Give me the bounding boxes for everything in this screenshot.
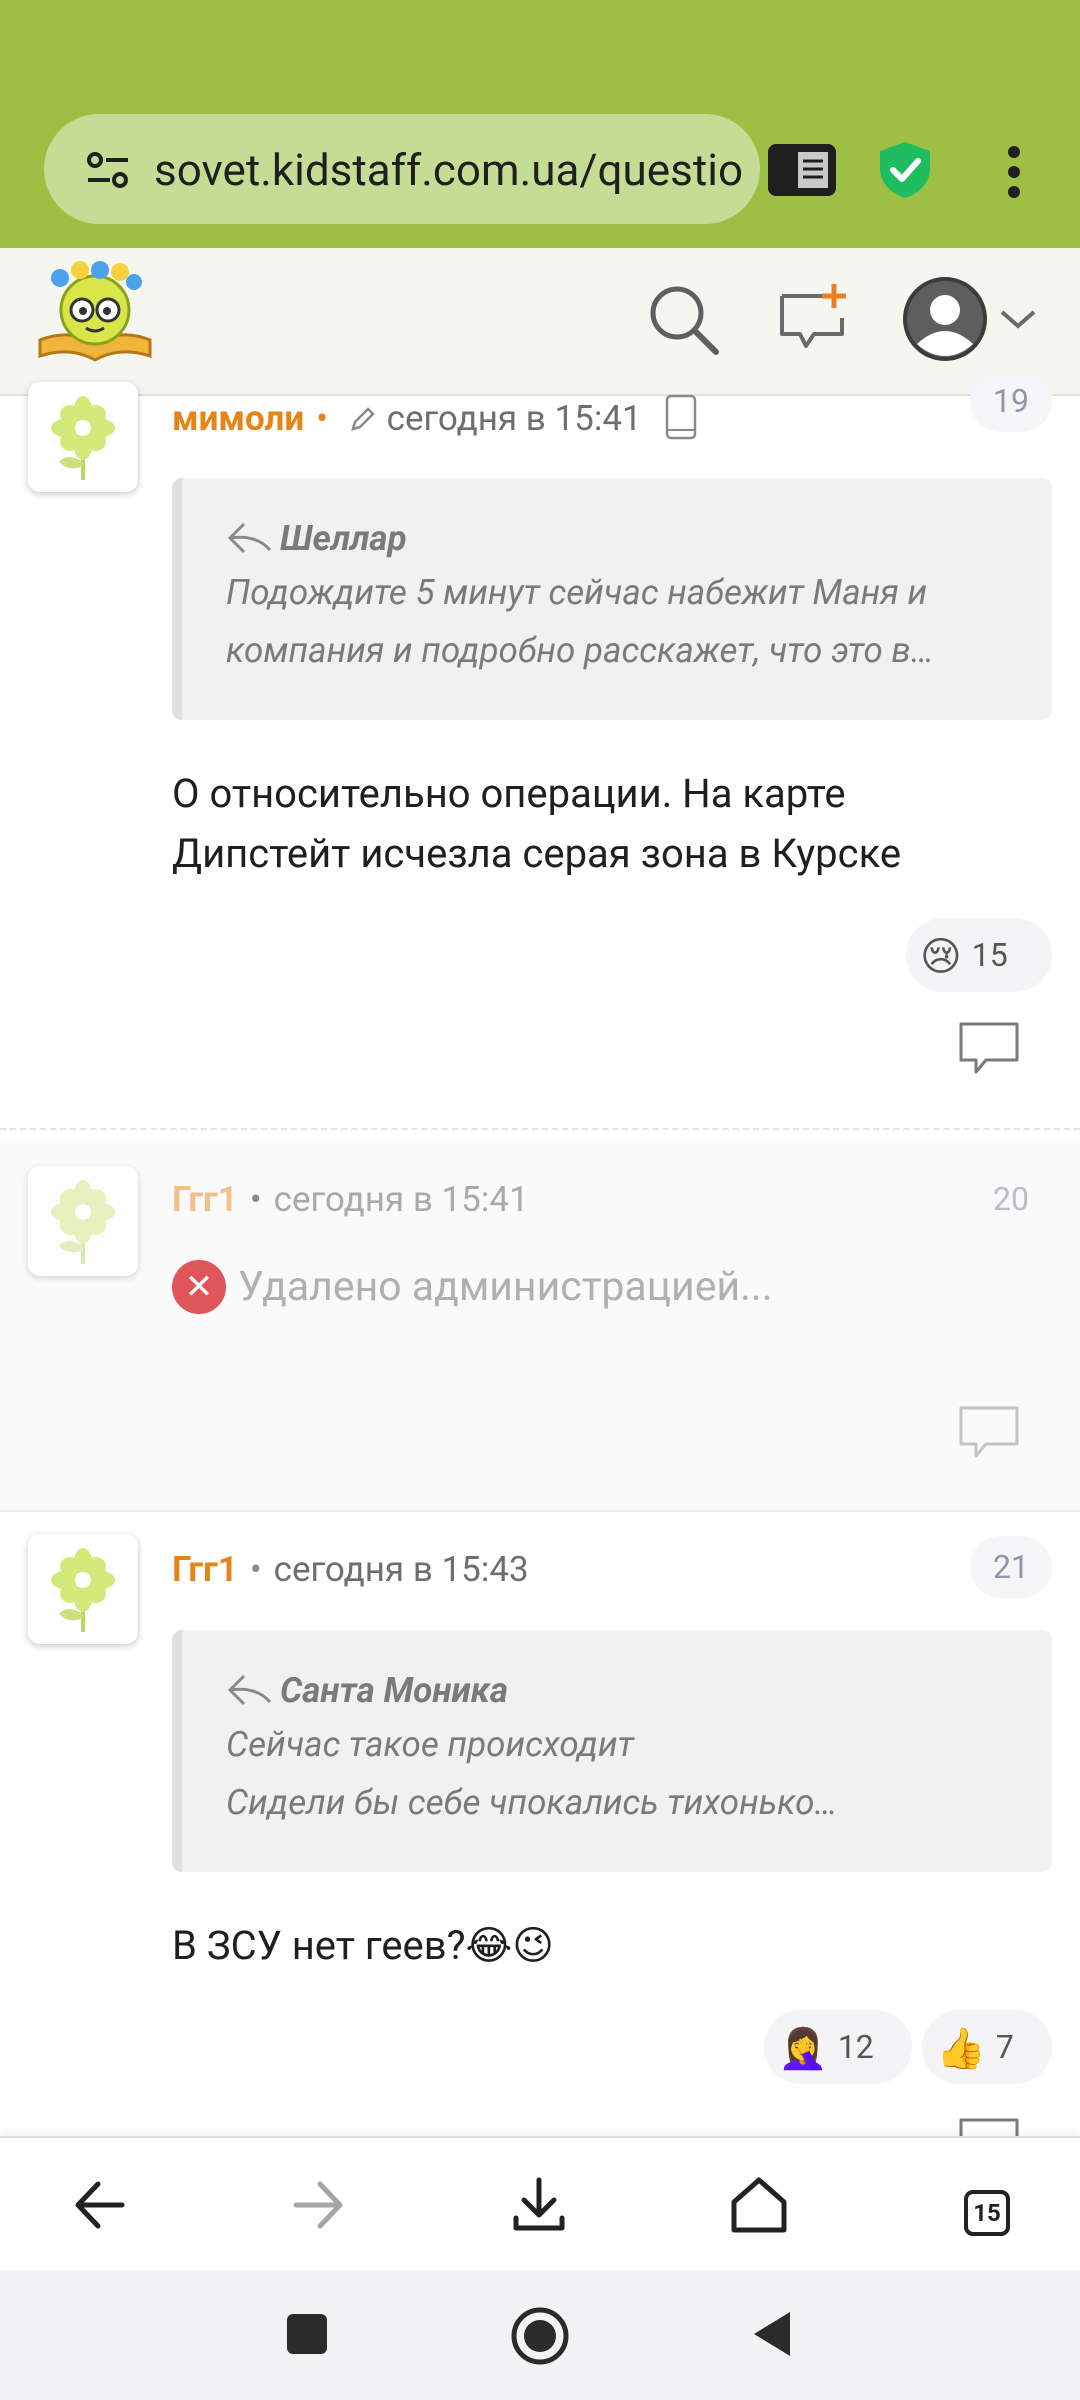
flower-avatar-icon: [51, 396, 115, 480]
quote-line: Подождите 5 минут сейчас набежит Маня и: [226, 572, 928, 613]
account-circle-icon: [903, 277, 987, 361]
reply-arrow-icon: [227, 1674, 272, 1706]
crying-emoji-icon: 😢: [920, 933, 962, 980]
thumbs-up-emoji-icon: 👍: [936, 2025, 986, 2072]
more-vert-icon[interactable]: [1000, 144, 1028, 200]
url-text[interactable]: sovet.kidstaff.com.ua/questio: [154, 140, 744, 200]
facepalm-emoji-icon: 🤦‍♀️: [778, 2025, 828, 2072]
flower-avatar-icon: [51, 1180, 115, 1264]
reply-bubble-icon[interactable]: [958, 2116, 1020, 2136]
reaction-badge[interactable]: 🤦‍♀️ 12: [764, 2010, 912, 2084]
comment-text: В ЗСУ нет геев?😂😉: [172, 1922, 554, 1969]
search-icon[interactable]: [644, 280, 724, 360]
comment-meta: мимоли • сегодня в 15:41: [172, 394, 698, 441]
comment-meta: Ггг1 • сегодня в 15:41: [172, 1179, 529, 1220]
reply-arrow-icon: [227, 522, 272, 554]
quote-author: Шеллар: [280, 518, 407, 559]
home-icon[interactable]: [724, 2170, 794, 2240]
reaction-count: 12: [837, 2028, 874, 2066]
comment-time: сегодня в 15:43: [273, 1549, 529, 1590]
shield-check-icon[interactable]: [876, 140, 934, 200]
flower-avatar-icon: [51, 1548, 115, 1632]
comment-meta: Ггг1 • сегодня в 15:43: [172, 1549, 529, 1590]
edited-pencil-icon: [350, 407, 375, 431]
author-name[interactable]: Ггг1: [172, 1549, 238, 1590]
chat-plus-icon[interactable]: [776, 278, 852, 358]
tabs-switcher-button[interactable]: 15: [944, 2170, 1014, 2240]
comment-20: Ггг1 • сегодня в 15:41 20 ✕ Удалено админи…: [0, 1142, 1080, 1510]
reader-mode-icon[interactable]: [766, 142, 838, 198]
chevron-down-icon: [1000, 310, 1036, 329]
quote-block[interactable]: Санта Моника Сейчас такое происходит Сид…: [172, 1630, 1052, 1872]
quote-line: Сидели бы себе чпокались тихонько…: [226, 1782, 838, 1823]
avatar[interactable]: [28, 382, 138, 492]
author-name[interactable]: Ггг1: [172, 1179, 238, 1220]
recents-button[interactable]: [287, 2314, 327, 2354]
browser-top-bar: sovet.kidstaff.com.ua/questio: [0, 0, 1080, 248]
comment-time: сегодня в 15:41: [386, 398, 642, 439]
address-bar[interactable]: sovet.kidstaff.com.ua/questio: [44, 114, 760, 224]
reaction-count: 15: [971, 936, 1008, 974]
comment-21: Ггг1 • сегодня в 15:43 21 Санта Моника Сей…: [0, 1512, 1080, 2136]
divider: [0, 1128, 1080, 1130]
site-logo[interactable]: [30, 258, 160, 368]
home-circle-button[interactable]: [510, 2306, 570, 2366]
reply-bubble-icon[interactable]: [958, 1020, 1020, 1076]
quote-block[interactable]: Шеллар Подождите 5 минут сейчас набежит …: [172, 478, 1052, 720]
browser-bottom-toolbar: 15: [0, 2136, 1080, 2272]
mobile-device-icon: [666, 394, 697, 440]
tune-icon[interactable]: [86, 150, 130, 190]
comment-19: мимоли • сегодня в 15:41 19 Шеллар Подожд…: [0, 370, 1080, 1129]
reply-bubble-icon[interactable]: [958, 1404, 1020, 1460]
reaction-badge[interactable]: 👍 7: [922, 2010, 1052, 2084]
reaction-count: 7: [995, 2028, 1014, 2066]
comment-time: сегодня в 15:41: [273, 1179, 529, 1220]
system-navigation-bar: [0, 2270, 1080, 2400]
comment-text: О относительно операции. На карте Дипсте…: [172, 770, 902, 877]
deleted-x-icon: ✕: [172, 1260, 226, 1314]
tabs-count: 15: [964, 2190, 1010, 2236]
back-arrow-icon[interactable]: [64, 2170, 134, 2240]
site-header: [0, 248, 1080, 396]
download-icon[interactable]: [504, 2170, 574, 2240]
quote-author: Санта Моника: [280, 1670, 509, 1711]
reaction-badge[interactable]: 😢 15: [906, 918, 1052, 992]
profile-menu-button[interactable]: [900, 274, 1040, 364]
comment-number[interactable]: 21: [970, 1536, 1052, 1598]
forward-arrow-icon[interactable]: [284, 2170, 354, 2240]
quote-line: компания и подробно расскажет, что это в…: [226, 630, 934, 671]
back-triangle-button[interactable]: [750, 2308, 794, 2360]
quote-line: Сейчас такое происходит: [226, 1724, 634, 1765]
avatar[interactable]: [28, 1166, 138, 1276]
deleted-message: Удалено администрацией...: [238, 1263, 773, 1311]
author-name[interactable]: мимоли: [172, 398, 304, 439]
comment-number[interactable]: 19: [970, 370, 1052, 432]
avatar[interactable]: [28, 1534, 138, 1644]
comment-number[interactable]: 20: [970, 1168, 1052, 1230]
